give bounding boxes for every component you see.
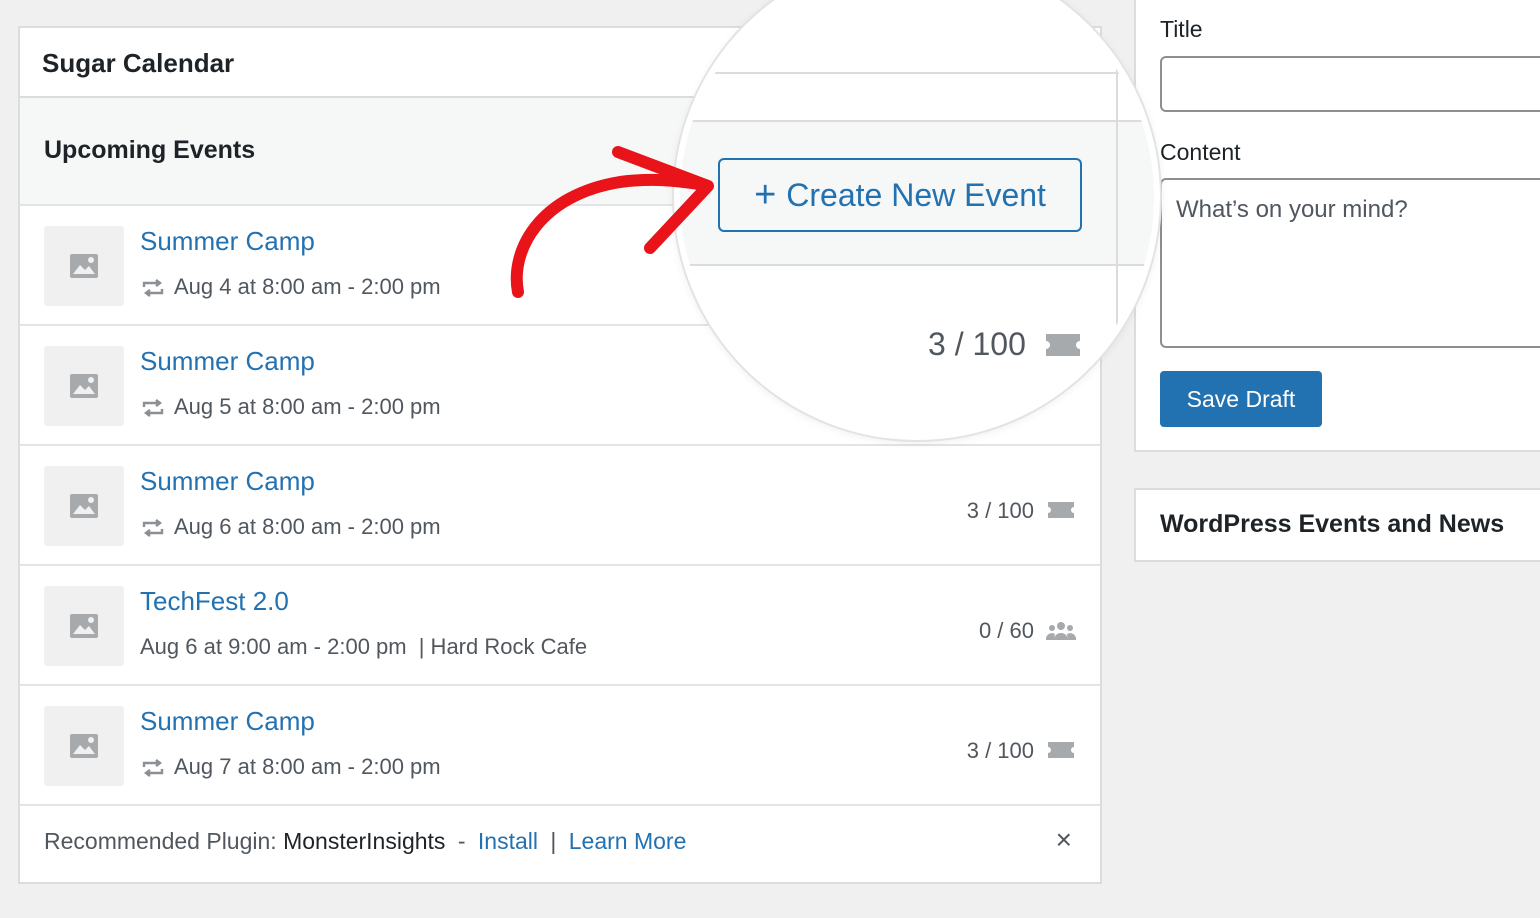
event-row: Summer Camp Aug 7 at 8:00 am - 2:00 pm 3… xyxy=(20,686,1100,806)
annotation-arrow-icon xyxy=(510,146,714,298)
image-icon xyxy=(70,734,98,758)
event-thumbnail xyxy=(44,706,124,786)
create-new-event-label: Create New Event xyxy=(786,176,1046,213)
repeat-icon xyxy=(142,759,164,778)
event-meta: Aug 5 at 8:00 am - 2:00 pm xyxy=(140,394,441,420)
event-datetime: Aug 6 at 8:00 am - 2:00 pm xyxy=(174,514,441,539)
recommended-plugin-footer: Recommended Plugin: MonsterInsights - In… xyxy=(20,802,1100,882)
recommended-plugin-text: Recommended Plugin: MonsterInsights - In… xyxy=(44,828,686,855)
image-icon xyxy=(70,254,98,278)
wordpress-events-news-widget: WordPress Events and News xyxy=(1134,488,1540,562)
repeat-icon xyxy=(142,399,164,418)
event-location: | Hard Rock Cafe xyxy=(418,634,588,659)
ticket-icon xyxy=(1048,742,1074,758)
event-meta: Aug 6 at 8:00 am - 2:00 pm xyxy=(140,514,441,540)
event-datetime: Aug 6 at 9:00 am - 2:00 pm xyxy=(140,634,407,659)
ticket-icon xyxy=(1048,502,1074,518)
recommended-prefix: Recommended Plugin: xyxy=(44,828,277,854)
event-thumbnail xyxy=(44,466,124,546)
content-textarea[interactable]: What’s on your mind? xyxy=(1160,178,1540,348)
content-placeholder: What’s on your mind? xyxy=(1176,196,1408,223)
widget-title: WordPress Events and News xyxy=(1160,510,1505,538)
event-title-link[interactable]: Summer Camp xyxy=(140,466,315,497)
event-attendance: 3 / 100 xyxy=(966,498,1034,523)
dismiss-button[interactable]: × xyxy=(1056,824,1072,856)
event-thumbnail xyxy=(44,346,124,426)
event-title-link[interactable]: TechFest 2.0 xyxy=(140,586,289,617)
event-datetime: Aug 7 at 8:00 am - 2:00 pm xyxy=(174,754,441,779)
event-row: Summer Camp Aug 6 at 8:00 am - 2:00 pm 3… xyxy=(20,446,1100,566)
divider xyxy=(1116,0,1118,434)
event-attendance: 3 / 100 xyxy=(966,738,1034,763)
event-thumbnail xyxy=(44,586,124,666)
event-row: TechFest 2.0 Aug 6 at 9:00 am - 2:00 pm … xyxy=(20,566,1100,686)
content-label: Content xyxy=(1160,139,1241,165)
repeat-icon xyxy=(142,519,164,538)
image-icon xyxy=(70,374,98,398)
event-title-link[interactable]: Summer Camp xyxy=(140,226,315,257)
event-datetime: Aug 5 at 8:00 am - 2:00 pm xyxy=(174,394,441,419)
event-title-link[interactable]: Summer Camp xyxy=(140,706,315,737)
quick-draft-widget: Title Content What’s on your mind? Save … xyxy=(1134,0,1540,452)
event-title-link[interactable]: Summer Camp xyxy=(140,346,315,377)
event-meta: Aug 6 at 9:00 am - 2:00 pm | Hard Rock C… xyxy=(140,634,587,660)
separator: - xyxy=(457,828,466,854)
create-new-event-button[interactable]: + Create New Event xyxy=(718,158,1082,232)
divider xyxy=(680,72,1154,74)
separator: | xyxy=(550,828,557,854)
title-input[interactable] xyxy=(1160,56,1540,112)
upcoming-events-heading: Upcoming Events xyxy=(44,136,256,164)
install-link[interactable]: Install xyxy=(478,828,538,854)
event-meta: Aug 4 at 8:00 am - 2:00 pm xyxy=(140,274,441,300)
users-icon xyxy=(1046,622,1076,640)
event-meta: Aug 7 at 8:00 am - 2:00 pm xyxy=(140,754,441,780)
event-attendance: 0 / 60 xyxy=(978,618,1034,643)
repeat-icon xyxy=(142,279,164,298)
magnified-attendance: 3 / 100 xyxy=(928,326,1026,362)
save-draft-button[interactable]: Save Draft xyxy=(1160,371,1322,427)
event-datetime: Aug 4 at 8:00 am - 2:00 pm xyxy=(174,274,441,299)
image-icon xyxy=(70,614,98,638)
title-label: Title xyxy=(1160,16,1203,42)
image-icon xyxy=(70,494,98,518)
learn-more-link[interactable]: Learn More xyxy=(569,828,687,854)
plugin-name: MonsterInsights xyxy=(283,828,446,854)
ticket-icon xyxy=(1046,334,1080,356)
event-thumbnail xyxy=(44,226,124,306)
widget-title: Sugar Calendar xyxy=(42,48,235,78)
plus-icon: + xyxy=(754,174,777,216)
